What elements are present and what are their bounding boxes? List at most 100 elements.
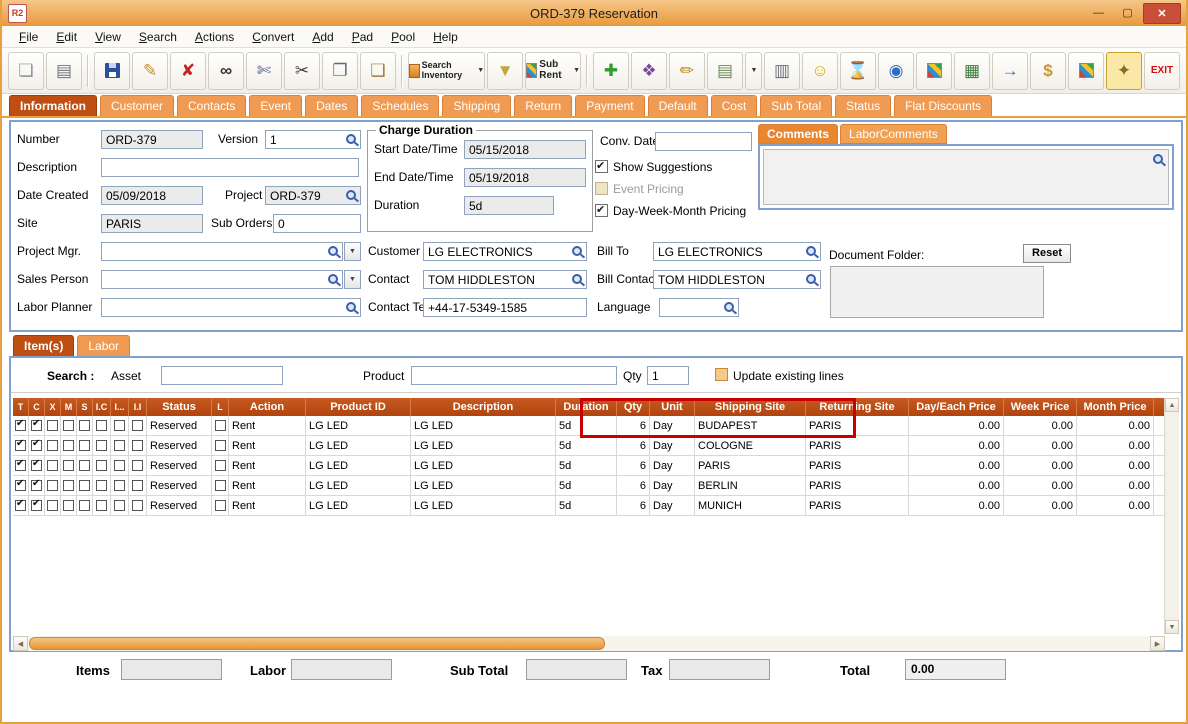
table-row[interactable]: ReservedRentLG LEDLG LED5d6DayMUNICHPARI… [13,495,1165,516]
tab-information[interactable]: Information [9,95,97,116]
row-checkbox-i-c[interactable] [96,480,107,492]
column-header-description[interactable]: Description [410,398,556,416]
row-checkbox-s[interactable] [79,420,90,432]
row-checkbox-m[interactable] [63,500,74,512]
sub-rent-button[interactable]: Sub Rent ▼ [525,51,581,90]
sub-total-field[interactable] [526,659,627,680]
column-header-i-i[interactable]: I.I [128,398,147,416]
row-checkbox-l[interactable] [214,420,226,432]
scroll-left-icon[interactable]: ◀ [13,636,28,651]
row-checkbox-c[interactable] [31,498,42,512]
row-checkbox-c[interactable] [31,438,42,452]
tab-payment[interactable]: Payment [575,95,645,116]
row-checkbox-t[interactable] [15,478,26,492]
cut-line-button[interactable]: ✄ [246,51,282,90]
dwm-pricing-checkbox[interactable] [595,203,608,217]
bill-contact-lookup-icon[interactable] [805,273,818,286]
comments-lookup-icon[interactable] [1152,153,1165,166]
row-checkbox-i-i[interactable] [132,480,143,492]
date-created-field[interactable]: 05/09/2018 [101,186,203,205]
comments-textarea[interactable] [763,149,1169,205]
number-field[interactable]: ORD-379 [101,130,203,149]
row-checkbox-l[interactable] [214,440,226,452]
menu-item-file[interactable]: File [10,28,47,46]
contact-tel-field[interactable]: +44-17-5349-1585 [423,298,587,317]
exit-button[interactable]: EXIT [1144,51,1180,90]
qty-input[interactable]: 1 [647,366,689,385]
new-order-button[interactable]: ❏ [8,51,44,90]
menu-item-pool[interactable]: Pool [382,28,424,46]
row-checkbox-i[interactable] [114,460,125,472]
project-mgr-field[interactable] [101,242,343,261]
close-button[interactable]: ✕ [1143,3,1181,24]
blocks-button[interactable] [1068,51,1104,90]
tab-laborcomments[interactable]: LaborComments [840,124,947,144]
document-folder-box[interactable] [830,266,1044,318]
edit-note-button[interactable]: ✏ [669,51,705,90]
tab-labor[interactable]: Labor [77,335,131,356]
column-header-c[interactable]: C [28,398,45,416]
wand-button[interactable]: ✦ [1106,51,1142,90]
sales-person-lookup-icon[interactable] [327,273,340,286]
memo-dropdown-button[interactable]: ▼ [745,51,762,90]
customer-field[interactable]: LG ELECTRONICS [423,242,587,261]
column-header-unit[interactable]: Unit [649,398,695,416]
table-row[interactable]: ReservedRentLG LEDLG LED5d6DayBUDAPESTPA… [13,416,1165,436]
language-field[interactable] [659,298,739,317]
menu-item-pad[interactable]: Pad [343,28,382,46]
row-checkbox-x[interactable] [47,500,58,512]
column-header-i[interactable]: I... [110,398,129,416]
event-pricing-checkbox[interactable] [595,182,608,195]
row-checkbox-m[interactable] [63,460,74,472]
tab-shipping[interactable]: Shipping [442,95,512,116]
delete-button[interactable]: ✘ [170,51,206,90]
column-header-returning-site[interactable]: Returning Site [805,398,909,416]
row-checkbox-c[interactable] [31,478,42,492]
horizontal-scrollbar[interactable]: ◀ ▶ [13,636,1165,651]
column-header-day-each-price[interactable]: Day/Each Price [908,398,1004,416]
row-checkbox-i-c[interactable] [96,440,107,452]
column-header-status[interactable]: Status [146,398,212,416]
row-checkbox-t[interactable] [15,418,26,432]
maximize-button[interactable]: ▢ [1114,3,1141,22]
row-checkbox-l[interactable] [214,480,226,492]
row-checkbox-s[interactable] [79,500,90,512]
row-checkbox-i-i[interactable] [132,460,143,472]
language-lookup-icon[interactable] [723,301,736,314]
row-checkbox-l[interactable] [214,500,226,512]
column-header-qty[interactable]: Qty [616,398,650,416]
table-row[interactable]: ReservedRentLG LEDLG LED5d6DayCOLOGNEPAR… [13,435,1165,456]
column-header-s[interactable]: S [76,398,93,416]
row-checkbox-m[interactable] [63,480,74,492]
sales-person-dropdown[interactable]: ▼ [344,270,361,289]
media-button[interactable]: ◉ [878,51,914,90]
row-checkbox-l[interactable] [214,460,226,472]
row-checkbox-s[interactable] [79,440,90,452]
bill-to-lookup-icon[interactable] [805,245,818,258]
copy-button[interactable]: ❐ [322,51,358,90]
row-checkbox-m[interactable] [63,420,74,432]
key-button[interactable]: → [992,51,1028,90]
calendar-edit-button[interactable]: ▦ [954,51,990,90]
tab-flat-discounts[interactable]: Flat Discounts [894,95,993,116]
show-suggestions-checkbox[interactable] [595,159,608,173]
column-header-duration[interactable]: Duration [555,398,617,416]
cut-button[interactable]: ✂ [284,51,320,90]
print-list-button[interactable]: ▥ [764,51,800,90]
row-checkbox-m[interactable] [63,440,74,452]
project-field[interactable]: ORD-379 [265,186,361,205]
tab-return[interactable]: Return [514,95,573,116]
contact-lookup-icon[interactable] [571,273,584,286]
save-button[interactable] [94,51,130,90]
print-button[interactable]: ▤ [46,51,82,90]
asset-input[interactable] [161,366,283,385]
row-checkbox-i[interactable] [114,500,125,512]
bill-contact-field[interactable]: TOM HIDDLESTON [653,270,821,289]
row-checkbox-i[interactable] [114,420,125,432]
column-header-m[interactable]: M [60,398,77,416]
row-checkbox-i-c[interactable] [96,500,107,512]
row-checkbox-i-c[interactable] [96,460,107,472]
column-header-x[interactable]: X [44,398,61,416]
edit-button[interactable]: ✎ [132,51,168,90]
row-checkbox-s[interactable] [79,460,90,472]
